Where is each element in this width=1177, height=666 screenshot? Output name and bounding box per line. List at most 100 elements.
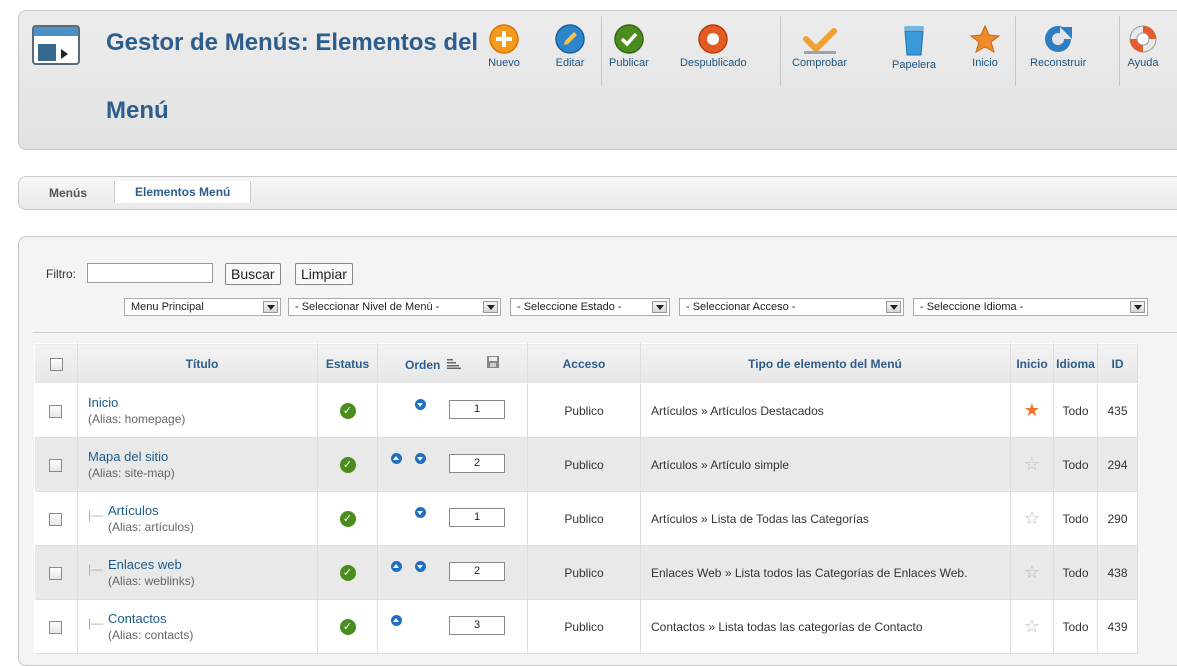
order-input[interactable]: 1 [449, 399, 505, 419]
published-icon[interactable]: ✓ [339, 510, 356, 527]
toolbar-divider [1015, 16, 1016, 86]
table-row: |— Enlaces web (Alias: weblinks) ✓ 2 Pub… [34, 545, 1138, 600]
published-icon[interactable]: ✓ [339, 402, 356, 419]
item-title-link[interactable]: Enlaces web [108, 557, 316, 572]
tab-menu-items[interactable]: Elementos Menú [114, 181, 252, 203]
publish-button[interactable]: Publicar [609, 23, 649, 69]
menu-items-table: Título Estatus Orden Acceso Tipo de elem… [34, 343, 1138, 654]
order-input[interactable]: 1 [449, 507, 505, 527]
order-input[interactable]: 2 [449, 561, 505, 581]
chevron-down-icon [263, 301, 278, 313]
tree-branch-icon: |— [88, 616, 104, 630]
column-home[interactable]: Inicio [1010, 343, 1054, 384]
filter-input[interactable] [87, 263, 213, 283]
select-all-checkbox[interactable] [49, 357, 63, 371]
divider [33, 332, 1177, 333]
check-button[interactable]: Comprobar [792, 23, 847, 69]
pencil-icon [555, 24, 585, 54]
column-language[interactable]: Idioma [1053, 343, 1098, 384]
star-outline-icon[interactable]: ☆ [1024, 454, 1040, 474]
language-select[interactable]: - Seleccione Idioma - [913, 298, 1148, 316]
table-row: Mapa del sitio (Alias: site-map) ✓ 2 Pub… [34, 437, 1138, 492]
filter-label: Filtro: [46, 267, 76, 281]
search-button[interactable]: Buscar [225, 263, 281, 285]
move-down-icon[interactable] [415, 506, 426, 518]
items-panel: Filtro: Buscar Limpiar Menu Principal - … [18, 236, 1177, 666]
select-all-header [34, 343, 78, 384]
column-id[interactable]: ID [1097, 343, 1138, 384]
item-type: Artículos » Artículos Destacados [640, 383, 1011, 438]
sort-icon [446, 359, 461, 369]
level-select[interactable]: - Seleccionar Nivel de Menú - [288, 298, 501, 316]
column-type[interactable]: Tipo de elemento del Menú [640, 343, 1011, 384]
new-button[interactable]: Nuevo [488, 23, 520, 69]
item-title-link[interactable]: Inicio [88, 395, 316, 410]
column-order[interactable]: Orden [377, 343, 528, 384]
unpublish-button[interactable]: Despublicado [680, 23, 747, 69]
item-id: 290 [1097, 491, 1138, 546]
tab-menus[interactable]: Menús [49, 186, 87, 200]
order-input[interactable]: 3 [449, 615, 505, 635]
item-id: 435 [1097, 383, 1138, 438]
item-title-link[interactable]: Contactos [108, 611, 316, 626]
item-type: Enlaces Web » Lista todos las Categorías… [640, 545, 1011, 600]
item-id: 294 [1097, 437, 1138, 492]
move-up-icon[interactable] [391, 614, 402, 626]
item-type: Artículos » Lista de Todas las Categoría… [640, 491, 1011, 546]
item-id: 439 [1097, 599, 1138, 654]
column-status[interactable]: Estatus [317, 343, 378, 384]
star-icon [969, 24, 1001, 54]
row-checkbox[interactable] [49, 566, 63, 580]
star-outline-icon[interactable]: ☆ [1024, 616, 1040, 636]
column-title[interactable]: Título [77, 343, 318, 384]
add-icon [489, 24, 519, 54]
default-star-icon[interactable]: ★ [1024, 400, 1040, 420]
trash-button[interactable]: Papelera [892, 23, 936, 71]
row-checkbox[interactable] [49, 404, 63, 418]
state-select[interactable]: - Seleccione Estado - [510, 298, 670, 316]
move-up-icon[interactable] [391, 452, 402, 464]
lifebuoy-icon [1129, 25, 1157, 53]
item-title-link[interactable]: Artículos [108, 503, 316, 518]
table-row: Inicio (Alias: homepage) ✓ 1 Publico Art… [34, 383, 1138, 438]
chevron-down-icon [1130, 301, 1145, 313]
submenu-bar: Menús Elementos Menú [18, 176, 1177, 210]
clear-button[interactable]: Limpiar [295, 263, 353, 285]
rebuild-button[interactable]: Reconstruir [1030, 23, 1086, 69]
table-header-row: Título Estatus Orden Acceso Tipo de elem… [34, 343, 1138, 384]
item-alias: (Alias: artículos) [108, 520, 195, 534]
column-access[interactable]: Acceso [527, 343, 641, 384]
star-outline-icon[interactable]: ☆ [1024, 508, 1040, 528]
move-up-icon[interactable] [391, 560, 402, 572]
access-select[interactable]: - Seleccionar Acceso - [679, 298, 904, 316]
move-down-icon[interactable] [415, 560, 426, 572]
tree-branch-icon: |— [88, 562, 104, 576]
item-language: Todo [1053, 437, 1098, 492]
star-outline-icon[interactable]: ☆ [1024, 562, 1040, 582]
edit-button[interactable]: Editar [554, 23, 586, 69]
published-icon[interactable]: ✓ [339, 618, 356, 635]
checkmark-icon [802, 28, 837, 54]
item-title-link[interactable]: Mapa del sitio [88, 449, 316, 464]
row-checkbox[interactable] [49, 458, 63, 472]
save-order-icon[interactable] [486, 355, 500, 369]
published-icon[interactable]: ✓ [339, 564, 356, 581]
row-checkbox[interactable] [49, 512, 63, 526]
menu-select[interactable]: Menu Principal [124, 298, 281, 316]
item-type: Artículos » Artículo simple [640, 437, 1011, 492]
published-icon[interactable]: ✓ [339, 456, 356, 473]
order-input[interactable]: 2 [449, 453, 505, 473]
toolbar-divider [1119, 16, 1120, 86]
help-button[interactable]: Ayuda [1127, 23, 1159, 69]
move-down-icon[interactable] [415, 398, 426, 410]
toolbar-panel: Gestor de Menús: Elementos del Menú Nuev… [18, 10, 1177, 150]
item-language: Todo [1053, 545, 1098, 600]
home-button[interactable]: Inicio [969, 23, 1001, 69]
row-checkbox[interactable] [49, 620, 63, 634]
item-language: Todo [1053, 599, 1098, 654]
move-down-icon[interactable] [415, 452, 426, 464]
check-circle-icon [614, 24, 644, 54]
chevron-down-icon [652, 301, 667, 313]
access-level: Publico [527, 437, 641, 492]
item-alias: (Alias: contacts) [108, 628, 194, 642]
